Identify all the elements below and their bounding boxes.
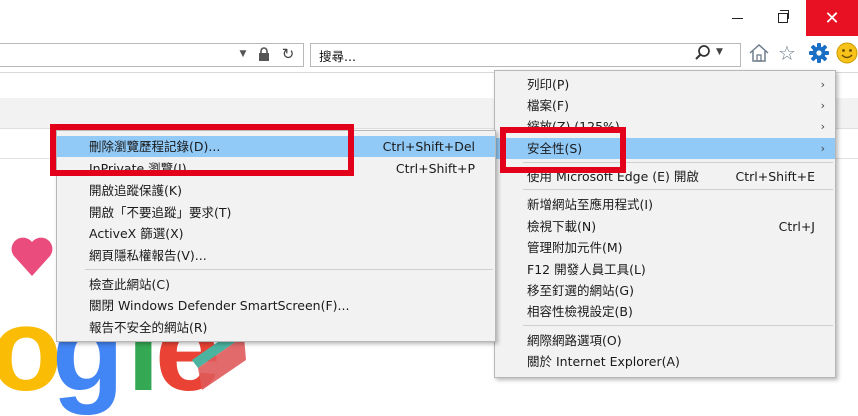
chevron-right-icon: › bbox=[820, 78, 825, 91]
search-input[interactable]: 搜尋... bbox=[319, 46, 356, 65]
menu-separator bbox=[523, 189, 833, 190]
menu-item-compat-view[interactable]: 相容性檢視設定(B) bbox=[495, 301, 835, 322]
restore-icon bbox=[778, 10, 789, 23]
menu-item-file[interactable]: 檔案(F) › bbox=[495, 95, 835, 116]
menu-item-f12-devtools[interactable]: F12 開發人員工具(L) bbox=[495, 259, 835, 280]
menu-separator bbox=[523, 325, 833, 326]
address-dropdown-button[interactable]: ▼ bbox=[236, 45, 250, 63]
submenu-item-activex-filter[interactable]: ActiveX 篩選(X) bbox=[57, 223, 495, 244]
menu-item-print[interactable]: 列印(P) › bbox=[495, 74, 835, 95]
submenu-item-do-not-track[interactable]: 開啟「不要追蹤」要求(T) bbox=[57, 202, 495, 223]
favorites-star-icon[interactable]: ☆ bbox=[776, 41, 798, 65]
chevron-right-icon: › bbox=[820, 142, 825, 155]
search-icon[interactable] bbox=[694, 44, 712, 62]
tools-menu: 列印(P) › 檔案(F) › 縮放(Z) (125%) › 安全性(S) › 使用 M… bbox=[494, 70, 836, 378]
menu-separator bbox=[85, 269, 493, 270]
feedback-smiley-icon[interactable] bbox=[836, 42, 858, 64]
minimize-icon bbox=[731, 17, 743, 19]
minimize-button[interactable] bbox=[714, 0, 760, 36]
chevron-right-icon: › bbox=[820, 99, 825, 112]
close-button[interactable]: ✕ bbox=[806, 0, 858, 36]
tools-gear-icon[interactable] bbox=[808, 42, 830, 64]
annotation-highlight-box bbox=[50, 124, 354, 176]
home-icon[interactable] bbox=[748, 42, 770, 64]
menu-item-about-ie[interactable]: 關於 Internet Explorer(A) bbox=[495, 351, 835, 372]
heart-graphic bbox=[10, 234, 54, 281]
submenu-item-check-site[interactable]: 檢查此網站(C) bbox=[57, 274, 495, 295]
restore-button[interactable] bbox=[760, 0, 806, 36]
submenu-item-report-unsafe[interactable]: 報告不安全的網站(R) bbox=[57, 317, 495, 338]
menu-item-view-downloads[interactable]: 檢視下載(N) Ctrl+J bbox=[495, 216, 835, 237]
lock-icon[interactable] bbox=[256, 45, 272, 63]
menu-item-manage-addons[interactable]: 管理附加元件(M) bbox=[495, 237, 835, 258]
submenu-item-smartscreen[interactable]: 關閉 Windows Defender SmartScreen(F)... bbox=[57, 295, 495, 316]
search-box[interactable] bbox=[310, 43, 741, 67]
menu-item-internet-options[interactable]: 網際網路選項(O) bbox=[495, 330, 835, 351]
submenu-item-tracking-protection[interactable]: 開啟追蹤保護(K) bbox=[57, 180, 495, 201]
close-icon: ✕ bbox=[824, 7, 840, 29]
menu-item-add-site-to-apps[interactable]: 新增網站至應用程式(I) bbox=[495, 194, 835, 215]
chevron-right-icon: › bbox=[820, 120, 825, 133]
search-dropdown-button[interactable]: ▼ bbox=[716, 47, 723, 57]
submenu-item-privacy-report[interactable]: 網頁隱私權報告(V)... bbox=[57, 245, 495, 266]
refresh-icon[interactable]: ↻ bbox=[279, 45, 297, 63]
menu-item-pinned-sites[interactable]: 移至釘選的網站(G) bbox=[495, 280, 835, 301]
annotation-highlight-box bbox=[500, 127, 626, 173]
